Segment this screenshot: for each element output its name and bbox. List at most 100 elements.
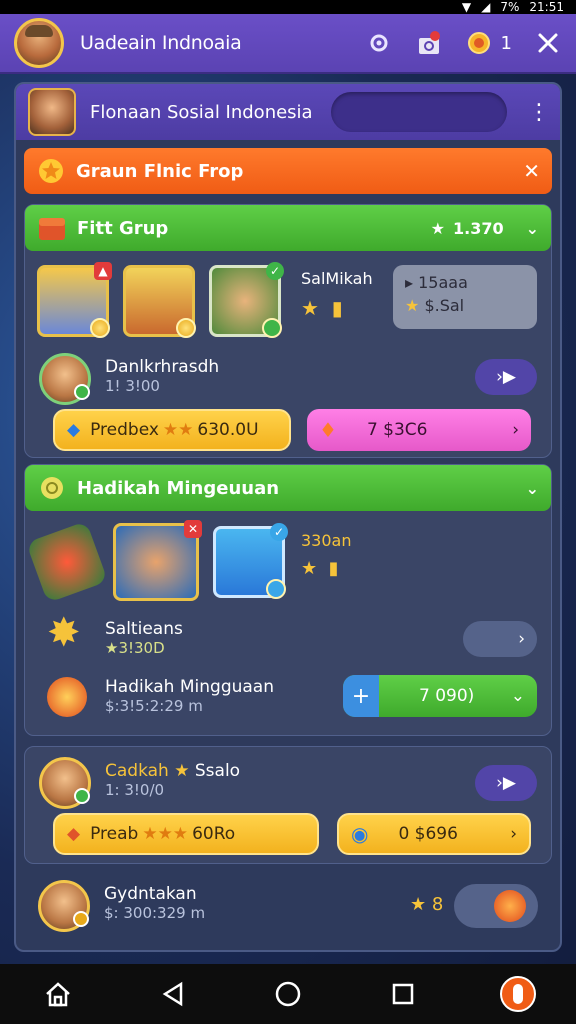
more-menu-button[interactable]: ⋮: [528, 99, 550, 125]
card2-name-suffix: Ssalo: [194, 761, 241, 781]
home-button[interactable]: [36, 972, 80, 1016]
search-input[interactable]: [330, 92, 507, 132]
group-banner[interactable]: Graun Flnic Frop ✕: [24, 148, 552, 194]
recents-button[interactable]: [381, 972, 425, 1016]
player-card: Cadkah ★ Ssalo 1: 3!0/0 ›▶ ◆ Preab ★★★ 6…: [24, 746, 552, 864]
predict-value: 60Ro: [192, 824, 236, 844]
more-vertical-icon: ⋮: [528, 99, 550, 125]
coin-icon: [176, 318, 196, 338]
profile-avatar[interactable]: [14, 18, 64, 68]
double-chevron-right-icon: ›▶: [496, 367, 516, 387]
badge-icon: ▲: [94, 262, 112, 280]
gift-button[interactable]: [415, 29, 443, 57]
player-name: Danlkrhrasdh: [105, 357, 220, 377]
star-icon: ★★: [162, 420, 194, 440]
reward-line1: 15aaa: [418, 273, 468, 292]
game-tile[interactable]: [123, 265, 196, 338]
player-stat: 1! 3!00: [105, 377, 160, 395]
tile-caption: SalMikah ★ ▮: [301, 269, 373, 320]
arrow-circle-icon: ◉: [351, 822, 369, 846]
flame-icon: ♦: [319, 418, 337, 442]
group-banner-label: Graun Flnic Frop: [76, 160, 244, 182]
weekly-label: Hadikah Mingeuuan: [77, 477, 280, 499]
hadikah-name: Hadikah Mingguaan: [105, 677, 274, 697]
check-icon: ✓: [266, 262, 284, 280]
check-badge-icon: [262, 318, 282, 338]
weekly-caption: 330an ★ ▮: [301, 531, 352, 579]
online-indicator: [73, 911, 89, 927]
signal-icon: ◢: [481, 0, 491, 14]
game-tile[interactable]: ▲: [37, 262, 112, 338]
star-icon: ★: [174, 761, 190, 781]
wifi-icon: ▼: [461, 0, 472, 14]
flame-icon: [494, 890, 526, 922]
coin-icon: [467, 32, 490, 54]
predict-button[interactable]: ◆ Preab ★★★ 60Ro: [53, 813, 319, 855]
coin-icon: [266, 579, 286, 599]
reward-line2-row: ★ $.Sal: [405, 296, 525, 315]
chest-icon: [37, 213, 67, 243]
gift-icon: [418, 31, 440, 54]
hadikah-buy-button[interactable]: + 7 090) ⌄: [343, 675, 537, 717]
main-panel: Flonaan Sosial Indonesia ⋮ Graun Flnic F…: [14, 82, 562, 952]
player-avatar[interactable]: [38, 880, 90, 932]
settings-button[interactable]: [365, 29, 393, 57]
app-shortcut-button[interactable]: [496, 972, 540, 1016]
plus-icon: +: [343, 675, 379, 717]
diamond-icon: ◆: [67, 420, 81, 440]
card3-time: $: 300:329 m: [104, 904, 206, 922]
reward-box[interactable]: ▸ 15aaa ★ $.Sal: [393, 265, 537, 329]
player-avatar[interactable]: [39, 353, 91, 405]
player-avatar[interactable]: [39, 757, 91, 809]
star-icon: ★★★: [142, 824, 189, 844]
star-icon: ★: [410, 894, 427, 915]
hadikah-time: $:3!5:2:29 m: [105, 697, 203, 715]
reward-icons: ★ ▮: [301, 296, 343, 320]
app-logo-icon: [500, 976, 537, 1012]
check-icon: ✓: [270, 523, 288, 541]
card3-name: Gydntakan: [104, 884, 197, 904]
reward-pill[interactable]: ♦ 7 $3C6 ›: [307, 409, 531, 451]
game-tile[interactable]: ✓: [213, 523, 288, 599]
card2-stat: 1: 3!0/0: [105, 781, 165, 799]
home-icon: [45, 982, 70, 1007]
card3-value-row: ★ 8: [410, 894, 443, 915]
forward-button[interactable]: ›▶: [475, 359, 537, 395]
back-button[interactable]: [151, 972, 195, 1016]
reward-pill[interactable]: ◉ 0 $696 ›: [337, 813, 531, 855]
close-icon[interactable]: ✕: [523, 159, 540, 183]
back-triangle-icon: [162, 981, 183, 1007]
card3-action-button[interactable]: [454, 884, 538, 928]
reward-pill-value: 0 $696: [398, 824, 458, 844]
forward-button[interactable]: ›▶: [475, 765, 537, 801]
star-icon: ★: [430, 218, 445, 238]
predict-button[interactable]: ◆ Predbex ★★ 630.0U: [53, 409, 291, 451]
sun-star-icon: ✸: [47, 610, 81, 656]
home-circle-button[interactable]: [266, 972, 310, 1016]
card2-name-row: Cadkah ★ Ssalo: [105, 761, 240, 781]
salliens-action-button[interactable]: ›: [463, 621, 537, 657]
reward-line2: $.Sal: [424, 296, 465, 315]
square-icon: [392, 983, 414, 1005]
fitt-grup-header[interactable]: Fitt Grup ★ 1.370 ⌄: [25, 205, 551, 251]
game-tile[interactable]: ✓: [209, 262, 284, 338]
circle-icon: [275, 981, 301, 1007]
coins-button[interactable]: [465, 29, 493, 57]
group-avatar[interactable]: [28, 88, 76, 136]
candy-icon: [47, 677, 87, 717]
close-button[interactable]: [534, 29, 562, 57]
chevron-right-icon: ›: [512, 420, 519, 440]
chevron-right-icon: ›: [510, 824, 517, 844]
panel-title: Flonaan Sosial Indonesia: [90, 101, 313, 123]
card2-name: Cadkah: [105, 761, 169, 781]
gear-icon: [370, 34, 388, 52]
salliens-name: Saltieans: [105, 619, 183, 639]
chevron-down-icon: ⌄: [525, 478, 539, 498]
battery-level: 7%: [500, 0, 520, 14]
online-indicator: [74, 384, 90, 400]
weekly-section: Hadikah Mingeuuan ⌄ ✕ ✓ 330an ★ ▮ ✸ Salt…: [24, 464, 552, 736]
star-badge-icon: [36, 156, 66, 186]
game-tile[interactable]: ✕: [113, 520, 202, 601]
fitt-grup-label: Fitt Grup: [77, 217, 169, 239]
weekly-header[interactable]: Hadikah Mingeuuan ⌄: [25, 465, 551, 511]
